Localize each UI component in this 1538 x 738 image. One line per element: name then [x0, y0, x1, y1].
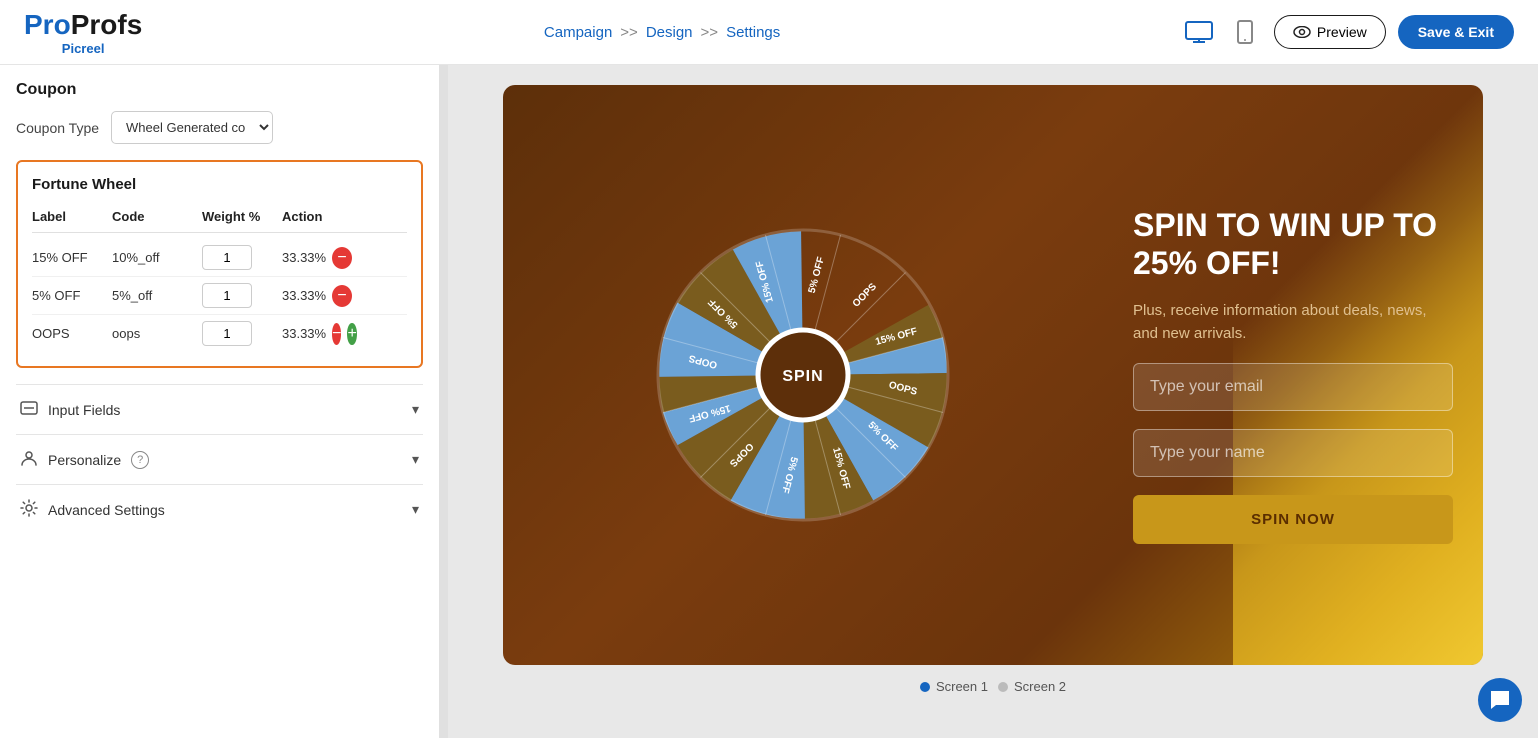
spin-now-button[interactable]: SPIN NOW [1133, 495, 1453, 544]
save-exit-button[interactable]: Save & Exit [1398, 15, 1514, 49]
advanced-settings-label: Advanced Settings [48, 502, 165, 518]
fortune-wheel-title: Fortune Wheel [32, 176, 407, 193]
mobile-view-icon[interactable] [1228, 15, 1262, 49]
fw-percent-1: 33.33% [282, 250, 326, 265]
preview-button[interactable]: Preview [1274, 15, 1386, 49]
fw-col-code: Code [112, 209, 202, 224]
logo-pro: Pro [24, 9, 71, 40]
advanced-settings-icon [20, 499, 38, 520]
email-input[interactable] [1133, 363, 1453, 411]
breadcrumb-arrow1: >> [620, 24, 638, 41]
desktop-view-icon[interactable] [1182, 15, 1216, 49]
advanced-settings-chevron-icon: ▾ [412, 501, 419, 518]
input-fields-icon [20, 399, 38, 420]
svg-text:OOPS: OOPS [851, 281, 879, 309]
logo-subtitle: Picreel [24, 41, 142, 56]
screen2-tab[interactable]: Screen 2 [998, 679, 1066, 694]
fw-weight-1[interactable] [202, 245, 252, 270]
wheel-svg: 15% OFF OOPS 5% OFF 15% OFF 5% OFF OOPS … [643, 215, 963, 535]
fw-remove-1-button[interactable]: − [332, 247, 352, 269]
coupon-title: Coupon [16, 81, 423, 99]
spin-subtext: Plus, receive information about deals, n… [1133, 300, 1453, 345]
advanced-settings-accordion[interactable]: Advanced Settings ▾ [16, 484, 423, 534]
fw-table-header: Label Code Weight % Action [32, 205, 407, 233]
fw-add-button[interactable]: + [347, 323, 356, 345]
logo: ProProfs Picreel [24, 9, 142, 56]
fw-label-3: OOPS [32, 326, 112, 341]
preview-label: Preview [1317, 24, 1367, 40]
screen1-tab[interactable]: Screen 1 [920, 679, 988, 694]
personalize-chevron-icon: ▾ [412, 451, 419, 468]
fw-actions-2: 33.33% − [282, 285, 352, 307]
sidebar: Coupon Coupon Type Wheel Generated co Fo… [0, 65, 440, 738]
screen-tabs: Screen 1 Screen 2 [920, 679, 1066, 694]
personalize-help-icon[interactable]: ? [131, 451, 149, 469]
personalize-left: Personalize ? [20, 449, 149, 470]
coupon-type-select[interactable]: Wheel Generated co [111, 111, 273, 144]
fortune-wheel: 15% OFF OOPS 5% OFF 15% OFF 5% OFF OOPS … [643, 215, 963, 535]
name-input[interactable] [1133, 429, 1453, 477]
wheel-section: 15% OFF OOPS 5% OFF 15% OFF 5% OFF OOPS … [503, 85, 1103, 665]
input-fields-chevron-icon: ▾ [412, 401, 419, 418]
personalize-icon [20, 449, 38, 470]
fw-weight-3[interactable] [202, 321, 252, 346]
svg-text:5% OFF: 5% OFF [807, 256, 827, 295]
input-fields-accordion[interactable]: Input Fields ▾ [16, 384, 423, 434]
breadcrumb-design[interactable]: Design [646, 24, 693, 41]
fw-remove-3-button[interactable]: − [332, 323, 341, 345]
info-section: SPIN TO WIN UP TO 25% OFF! Plus, receive… [1103, 85, 1483, 665]
screen2-label: Screen 2 [1014, 679, 1066, 694]
advanced-settings-left: Advanced Settings [20, 499, 165, 520]
popup-container: 15% OFF OOPS 5% OFF 15% OFF 5% OFF OOPS … [503, 85, 1483, 665]
fw-percent-3: 33.33% [282, 326, 326, 341]
fw-code-1: 10%_off [112, 250, 202, 265]
breadcrumb-campaign[interactable]: Campaign [544, 24, 612, 41]
screen1-dot [920, 682, 930, 692]
fw-actions-1: 33.33% − [282, 247, 352, 269]
fw-percent-2: 33.33% [282, 288, 326, 303]
coupon-type-row: Coupon Type Wheel Generated co [16, 111, 423, 144]
breadcrumb: Campaign >> Design >> Settings [544, 24, 780, 41]
fortune-wheel-section: Fortune Wheel Label Code Weight % Action… [16, 160, 423, 368]
table-row: OOPS oops 33.33% − + [32, 315, 407, 352]
fw-code-3: oops [112, 326, 202, 341]
table-row: 5% OFF 5%_off 33.33% − [32, 277, 407, 315]
fw-label-2: 5% OFF [32, 288, 112, 303]
logo-profs: Profs [71, 9, 143, 40]
fw-col-label: Label [32, 209, 112, 224]
fw-actions-3: 33.33% − + [282, 323, 352, 345]
screen2-dot [998, 682, 1008, 692]
fw-label-1: 15% OFF [32, 250, 112, 265]
main-layout: Coupon Coupon Type Wheel Generated co Fo… [0, 65, 1538, 738]
breadcrumb-settings[interactable]: Settings [726, 24, 780, 41]
preview-area: 15% OFF OOPS 5% OFF 15% OFF 5% OFF OOPS … [448, 65, 1538, 738]
coupon-type-label: Coupon Type [16, 120, 99, 136]
svg-text:SPIN: SPIN [782, 368, 823, 385]
breadcrumb-arrow2: >> [701, 24, 719, 41]
fw-weight-2[interactable] [202, 283, 252, 308]
header: ProProfs Picreel Campaign >> Design >> S… [0, 0, 1538, 65]
fw-remove-2-button[interactable]: − [332, 285, 352, 307]
input-fields-label: Input Fields [48, 402, 120, 418]
table-row: 15% OFF 10%_off 33.33% − [32, 239, 407, 277]
fw-code-2: 5%_off [112, 288, 202, 303]
personalize-label: Personalize [48, 452, 121, 468]
sidebar-divider [440, 65, 448, 738]
fw-col-weight: Weight % [202, 209, 282, 224]
personalize-accordion[interactable]: Personalize ? ▾ [16, 434, 423, 484]
chat-bubble[interactable] [1478, 678, 1522, 722]
header-actions: Preview Save & Exit [1182, 15, 1514, 49]
spin-headline: SPIN TO WIN UP TO 25% OFF! [1133, 206, 1453, 283]
logo-text: ProProfs [24, 9, 142, 41]
screen1-label: Screen 1 [936, 679, 988, 694]
fw-col-action: Action [282, 209, 352, 224]
input-fields-left: Input Fields [20, 399, 120, 420]
